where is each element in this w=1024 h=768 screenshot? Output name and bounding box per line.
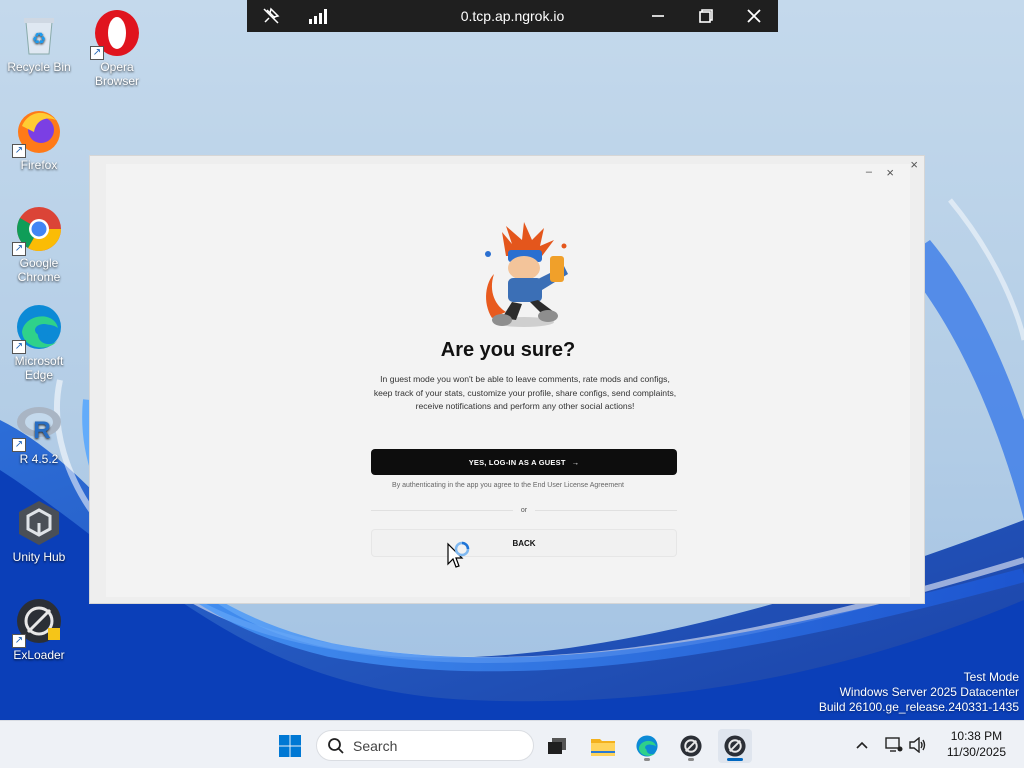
exloader-icon	[680, 735, 702, 757]
show-hidden-icons-chevron-icon[interactable]	[852, 741, 872, 749]
shortcut-arrow-icon: ↗	[12, 634, 26, 648]
desktop-icon-label: Firefox	[20, 158, 58, 172]
search-placeholder: Search	[353, 737, 398, 754]
search-icon	[328, 737, 344, 754]
shortcut-arrow-icon: ↗	[12, 144, 26, 158]
desktop-icon-label: Opera Browser	[94, 60, 139, 88]
or-label: or	[520, 506, 528, 514]
mascot-illustration	[472, 222, 576, 332]
opera-icon: ↗	[90, 8, 142, 60]
task-view-button[interactable]	[540, 729, 574, 763]
shortcut-arrow-icon: ↗	[12, 242, 26, 256]
r-language-icon: R ↗	[12, 400, 64, 452]
recycle-bin-icon: ♻	[14, 8, 64, 58]
desktop-icon-r[interactable]: R ↗ R 4.5.2	[0, 400, 78, 466]
desktop-icon-label: Google Chrome	[17, 256, 61, 284]
window-close-button[interactable]: ×	[910, 157, 918, 172]
dialog-minimize-button[interactable]: –	[866, 166, 872, 178]
or-divider: or	[371, 504, 678, 516]
desktop-icon-exloader[interactable]: ↗ ExLoader	[0, 596, 78, 662]
windows-logo-icon	[279, 735, 301, 757]
volume-icon[interactable]	[906, 737, 930, 753]
start-button[interactable]	[273, 729, 307, 763]
desktop-icon-label: Microsoft Edge	[14, 354, 64, 382]
unpin-icon[interactable]	[247, 0, 295, 32]
desktop-icon-label: Unity Hub	[12, 550, 66, 564]
shortcut-arrow-icon: ↗	[12, 340, 26, 354]
taskbar-edge[interactable]	[630, 729, 664, 763]
dialog-close-button[interactable]: ×	[886, 165, 894, 180]
desktop-icon-chrome[interactable]: ↗ Google Chrome	[0, 204, 78, 284]
remote-connection-bar: 0.tcp.ap.ngrok.io	[247, 0, 778, 32]
unity-hub-icon	[14, 498, 64, 548]
desktop-icon-firefox[interactable]: ↗ Firefox	[0, 106, 78, 172]
chrome-icon: ↗	[12, 204, 64, 256]
svg-text:♻: ♻	[32, 31, 46, 48]
taskbar-file-explorer[interactable]	[586, 729, 620, 763]
system-tray	[852, 721, 930, 768]
active-indicator	[727, 758, 743, 761]
guest-button-label: YES, LOG-IN AS A GUEST	[468, 457, 566, 467]
desktop-icon-label: Recycle Bin	[7, 60, 71, 74]
desktop-icon-unity-hub[interactable]: Unity Hub	[0, 498, 78, 564]
edge-icon: ↗	[12, 302, 64, 354]
divider-line	[371, 509, 513, 511]
remote-minimize-button[interactable]	[634, 0, 682, 32]
taskbar-exloader-2[interactable]	[718, 729, 752, 763]
remote-close-button[interactable]	[730, 0, 778, 32]
desktop-icon-edge[interactable]: ↗ Microsoft Edge	[0, 302, 78, 382]
dialog-description: In guest mode you won't be able to leave…	[373, 374, 677, 411]
edge-icon	[636, 735, 658, 757]
task-view-icon	[548, 738, 566, 754]
dialog-title: Are you sure?	[440, 339, 576, 361]
running-indicator	[688, 758, 694, 761]
remote-restore-button[interactable]	[682, 0, 730, 32]
desktop-icon-label: ExLoader	[13, 648, 65, 662]
desktop-icon-label: R 4.5.2	[19, 452, 59, 466]
back-button[interactable]: BACK	[371, 529, 677, 557]
taskbar-clock[interactable]: 10:38 PM 11/30/2025	[947, 728, 1006, 760]
watermark-line: Windows Server 2025 Datacenter	[839, 685, 1019, 699]
desktop-icon-recycle-bin[interactable]: ♻ Recycle Bin	[0, 8, 78, 74]
exloader-icon: ↗	[12, 596, 64, 648]
firefox-icon: ↗	[12, 106, 64, 158]
login-as-guest-button[interactable]: YES, LOG-IN AS A GUEST →	[371, 449, 677, 475]
desktop-icon-opera[interactable]: ↗ Opera Browser	[78, 8, 156, 88]
back-button-label: BACK	[512, 538, 536, 548]
taskbar-search-box[interactable]: Search	[316, 730, 534, 761]
mouse-cursor-busy-icon	[446, 540, 480, 570]
running-indicator	[644, 758, 650, 761]
divider-line	[535, 509, 678, 511]
clock-date: 11/30/2025	[946, 745, 1006, 759]
taskbar-exloader-1[interactable]	[674, 729, 708, 763]
terms-notice: By authenticating in the app you agree t…	[392, 482, 624, 489]
watermark-line: Build 26100.ge_release.240331-1435	[818, 700, 1019, 714]
shortcut-arrow-icon: ↗	[90, 46, 104, 60]
exloader-icon	[724, 735, 746, 757]
network-icon[interactable]	[882, 737, 906, 753]
app-window: × – × Are you sure? In guest mode you wo…	[89, 155, 925, 604]
taskbar: Search 10:38 PM 11/30/2025	[0, 720, 1024, 768]
shortcut-arrow-icon: ↗	[12, 438, 26, 452]
folder-icon	[591, 739, 615, 756]
clock-time: 10:38 PM	[950, 729, 1003, 743]
watermark-line: Test Mode	[963, 670, 1019, 684]
svg-text:R: R	[33, 417, 50, 444]
guest-confirm-dialog: – × Are you sure? In guest mode you won'…	[106, 164, 910, 597]
connection-signal-icon[interactable]	[295, 0, 343, 32]
arrow-right-icon: →	[571, 457, 580, 467]
desktop-watermark: Test Mode Windows Server 2025 Datacenter…	[819, 670, 1019, 715]
